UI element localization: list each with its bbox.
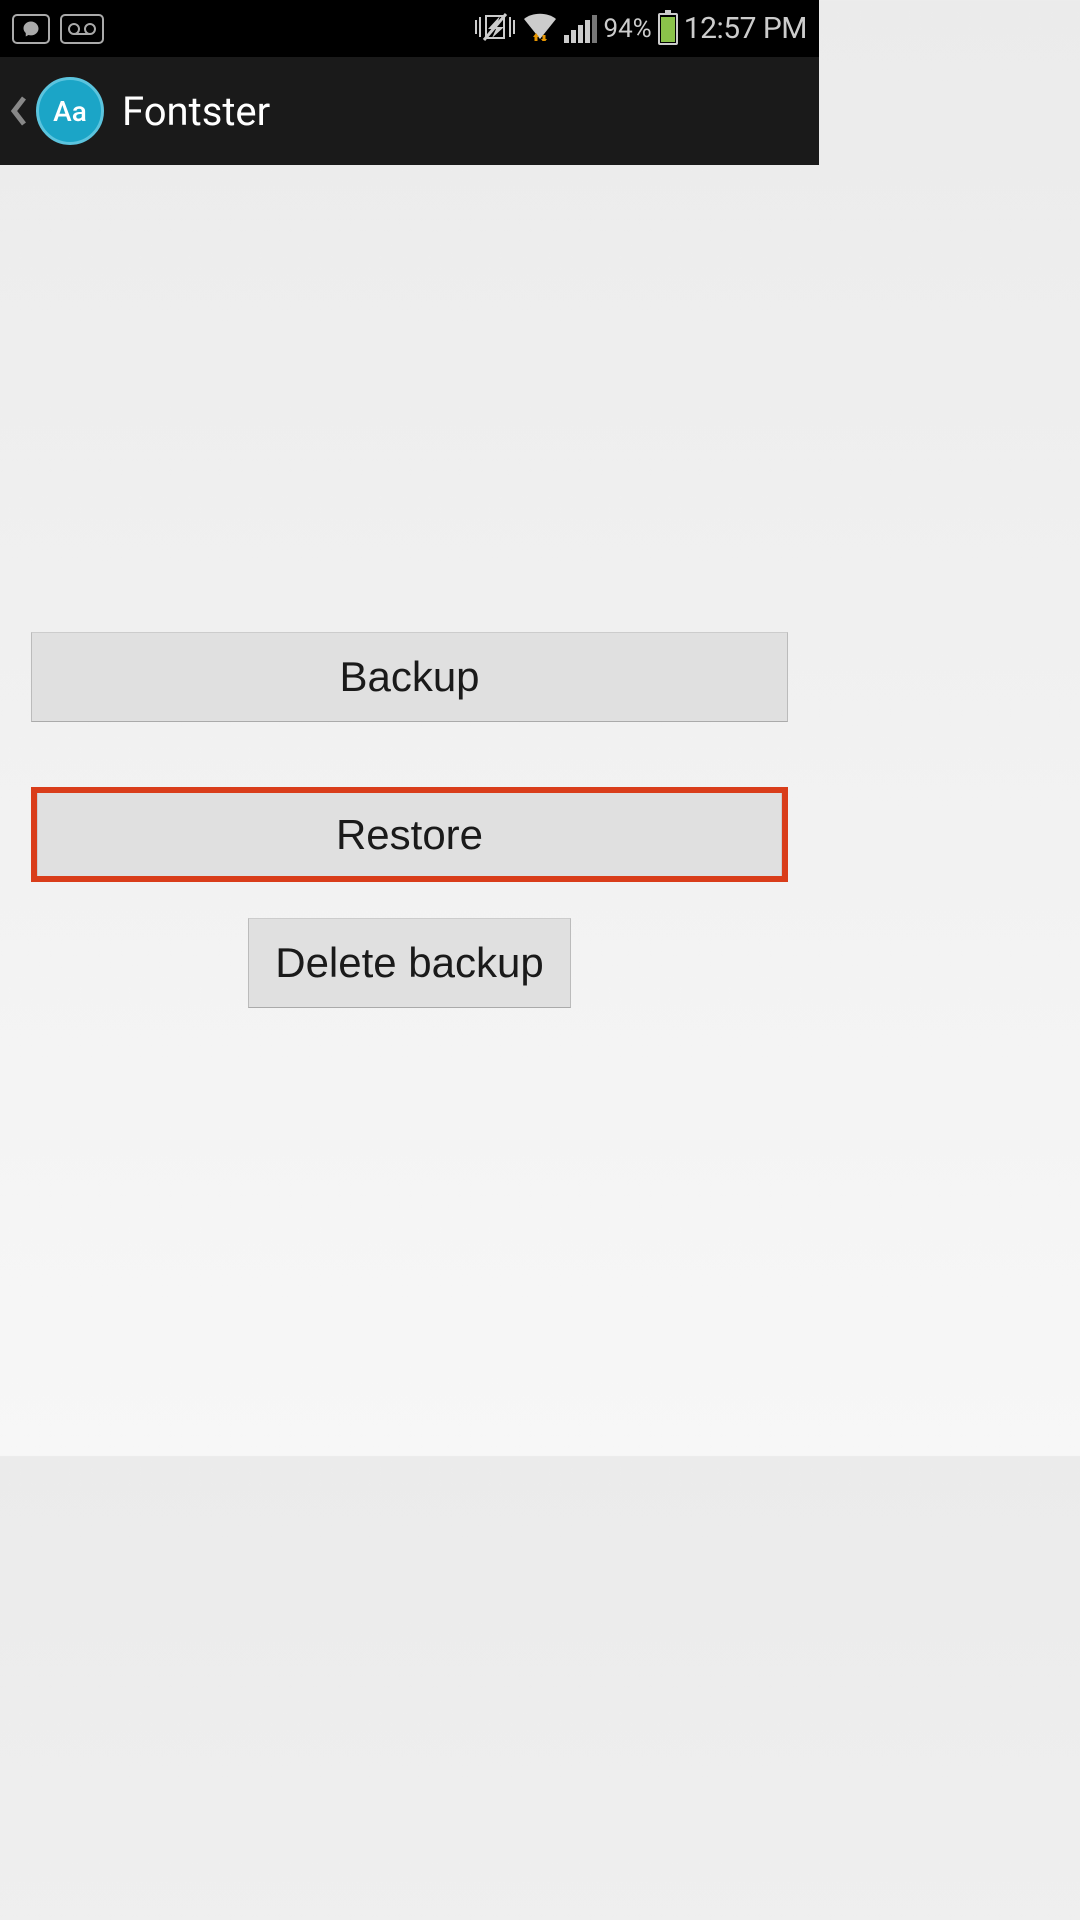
battery-icon [658,13,678,45]
voicemail-icon [60,14,104,44]
backup-button[interactable]: Backup [31,632,788,722]
app-title: Fontster [122,88,270,135]
notification-app-icon [12,14,50,44]
battery-percent: 94% [603,14,651,44]
status-left-icons [12,14,104,44]
vibrate-silent-icon [474,12,516,46]
backup-button-label: Backup [339,653,479,701]
back-icon[interactable] [10,96,26,126]
app-logo-text: Aa [53,95,87,128]
restore-button[interactable]: Restore [37,793,782,876]
wifi-icon [522,13,558,45]
main-content: Backup Restore Delete backup [0,165,819,1008]
status-bar: 94% 12:57 PM [0,0,819,57]
delete-backup-button[interactable]: Delete backup [248,918,571,1008]
cell-signal-icon [564,15,597,43]
restore-highlight-box: Restore [31,787,788,882]
status-right-icons: 94% 12:57 PM [474,11,807,46]
restore-button-label: Restore [336,811,483,859]
delete-backup-button-label: Delete backup [275,939,544,987]
app-logo-icon[interactable]: Aa [36,77,104,145]
app-bar: Aa Fontster [0,57,819,165]
clock-text: 12:57 PM [684,11,807,46]
